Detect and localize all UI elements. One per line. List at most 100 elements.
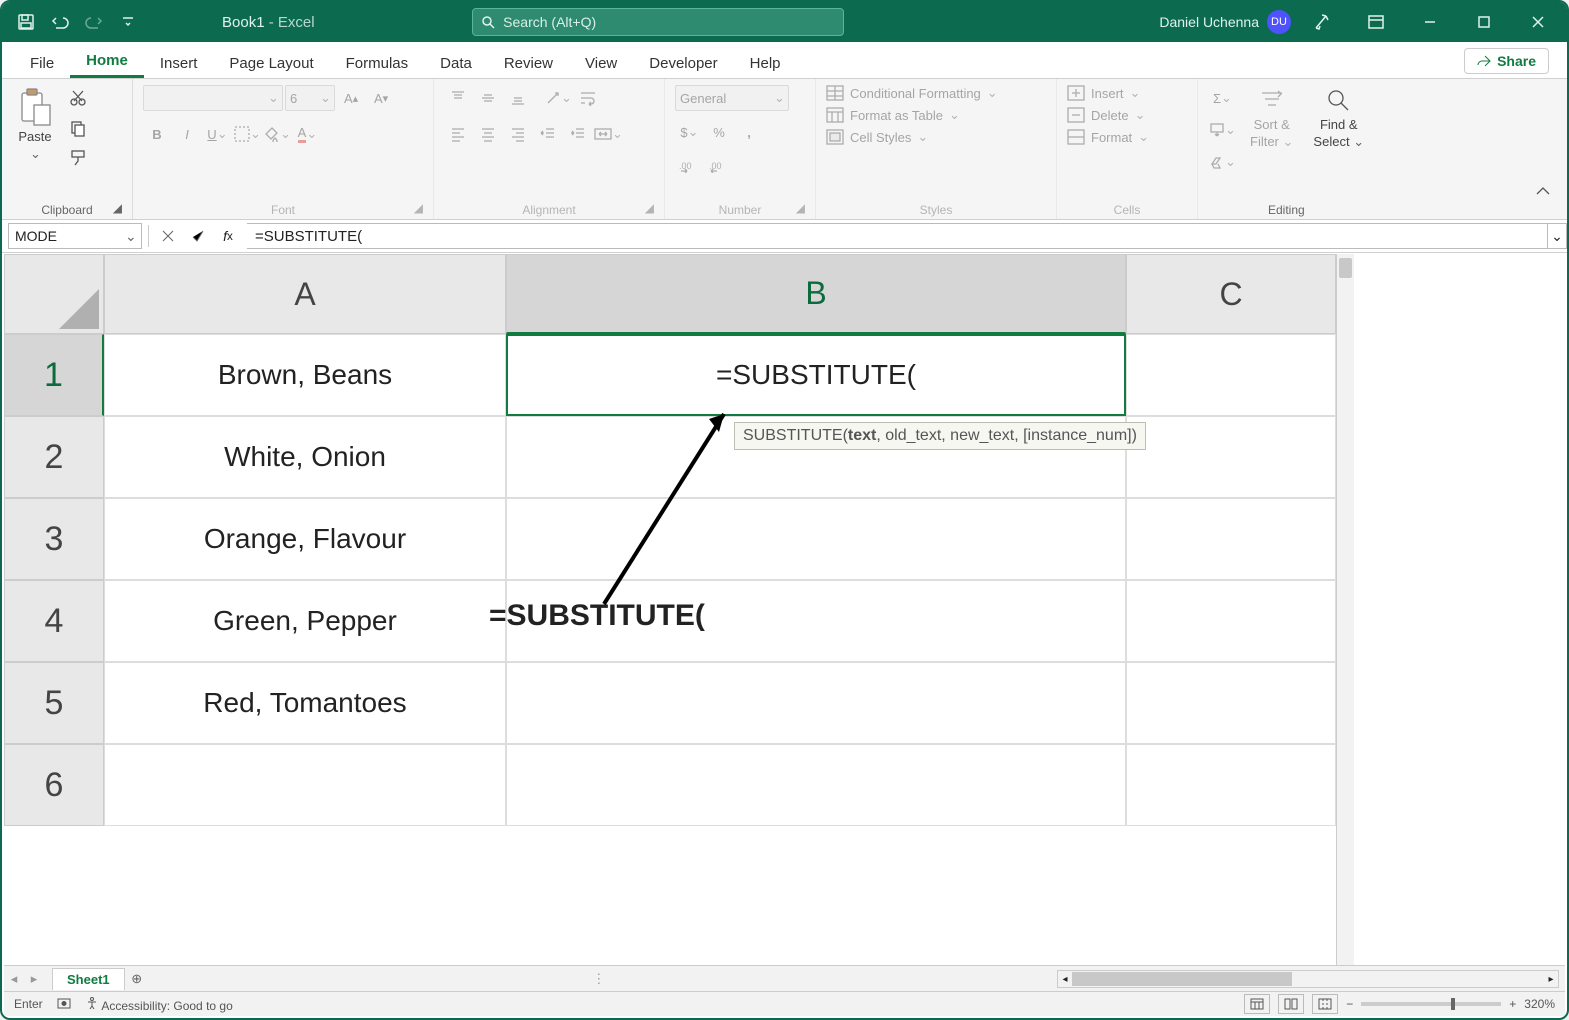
normal-view-icon[interactable] xyxy=(1244,994,1270,1014)
user-name[interactable]: Daniel Uchenna xyxy=(1159,14,1259,30)
tab-data[interactable]: Data xyxy=(424,47,488,78)
tab-file[interactable]: File xyxy=(14,47,70,78)
clipboard-dialog-icon[interactable]: ◢ xyxy=(113,201,122,215)
bold-icon[interactable]: B xyxy=(143,121,171,147)
underline-icon[interactable]: U⌄ xyxy=(203,121,231,147)
sort-filter-button[interactable]: Sort & Filter ⌄ xyxy=(1244,85,1299,152)
accessibility-status[interactable]: Accessibility: Good to go xyxy=(85,996,233,1013)
maximize-button[interactable] xyxy=(1461,2,1507,42)
select-all-corner[interactable] xyxy=(4,254,104,334)
align-left-icon[interactable] xyxy=(444,121,472,147)
sheet-tab-1[interactable]: Sheet1 xyxy=(52,968,125,990)
close-button[interactable] xyxy=(1515,2,1561,42)
undo-icon[interactable] xyxy=(46,8,74,36)
borders-icon[interactable]: ⌄ xyxy=(233,121,261,147)
number-format-combo[interactable]: General⌄ xyxy=(675,85,789,111)
find-select-button[interactable]: Find & Select ⌄ xyxy=(1307,85,1370,152)
hscroll-thumb[interactable] xyxy=(1072,972,1292,986)
coming-soon-icon[interactable] xyxy=(1299,2,1345,42)
zoom-level[interactable]: 320% xyxy=(1524,997,1555,1011)
wrap-text-icon[interactable] xyxy=(574,85,602,111)
col-header-A[interactable]: A xyxy=(104,254,506,334)
align-middle-icon[interactable] xyxy=(474,85,502,111)
font-color-icon[interactable]: A⌄ xyxy=(293,121,321,147)
clear-icon[interactable]: ⌄ xyxy=(1208,149,1236,175)
tab-insert[interactable]: Insert xyxy=(144,47,214,78)
tab-review[interactable]: Review xyxy=(488,47,569,78)
cell-A2[interactable]: White, Onion xyxy=(104,416,506,498)
row-header-4[interactable]: 4 xyxy=(4,580,104,662)
cell-A5[interactable]: Red, Tomantoes xyxy=(104,662,506,744)
cell-styles-button[interactable]: Cell Styles⌄ xyxy=(826,129,1046,145)
row-header-5[interactable]: 5 xyxy=(4,662,104,744)
avatar[interactable]: DU xyxy=(1267,10,1291,34)
hscroll-right-icon[interactable]: ▸ xyxy=(1544,971,1558,987)
cut-icon[interactable] xyxy=(64,85,92,111)
zoom-slider[interactable] xyxy=(1361,1002,1501,1006)
cancel-formula-icon[interactable] xyxy=(155,224,181,248)
italic-icon[interactable]: I xyxy=(173,121,201,147)
cell-C5[interactable] xyxy=(1126,662,1336,744)
cell-C3[interactable] xyxy=(1126,498,1336,580)
sheet-nav-next-icon[interactable]: ▸ xyxy=(24,971,44,987)
scrollbar-thumb[interactable] xyxy=(1339,258,1352,278)
align-center-icon[interactable] xyxy=(474,121,502,147)
hscroll-left-icon[interactable]: ◂ xyxy=(1058,971,1072,987)
decrease-indent-icon[interactable] xyxy=(534,121,562,147)
align-top-icon[interactable] xyxy=(444,85,472,111)
cell-C4[interactable] xyxy=(1126,580,1336,662)
merge-center-icon[interactable]: ⌄ xyxy=(594,121,622,147)
cell-A3[interactable]: Orange, Flavour xyxy=(104,498,506,580)
increase-indent-icon[interactable] xyxy=(564,121,592,147)
percent-format-icon[interactable]: % xyxy=(705,119,733,145)
search-box[interactable]: Search (Alt+Q) xyxy=(472,8,844,36)
fill-icon[interactable]: ⌄ xyxy=(1208,117,1236,143)
cell-A6[interactable] xyxy=(104,744,506,826)
zoom-in-icon[interactable]: + xyxy=(1509,997,1516,1011)
conditional-formatting-button[interactable]: Conditional Formatting⌄ xyxy=(826,85,1046,101)
orientation-icon[interactable]: ⌄ xyxy=(544,85,572,111)
row-header-3[interactable]: 3 xyxy=(4,498,104,580)
macro-record-icon[interactable] xyxy=(57,996,71,1013)
zoom-out-icon[interactable]: − xyxy=(1346,997,1353,1011)
format-as-table-button[interactable]: Format as Table⌄ xyxy=(826,107,1046,123)
zoom-slider-thumb[interactable] xyxy=(1451,998,1455,1010)
increase-font-icon[interactable]: A▴ xyxy=(337,85,365,111)
align-right-icon[interactable] xyxy=(504,121,532,147)
cell-A4[interactable]: Green, Pepper xyxy=(104,580,506,662)
tab-page-layout[interactable]: Page Layout xyxy=(213,47,329,78)
format-cells-button[interactable]: Format⌄ xyxy=(1067,129,1187,145)
sheet-nav-prev-icon[interactable]: ◂ xyxy=(4,971,24,987)
expand-formula-bar-icon[interactable]: ⌄ xyxy=(1548,223,1567,249)
cell-C2[interactable] xyxy=(1126,416,1336,498)
tab-developer[interactable]: Developer xyxy=(633,47,733,78)
fill-color-icon[interactable]: ⌄ xyxy=(263,121,291,147)
tab-home[interactable]: Home xyxy=(70,44,144,78)
vertical-scrollbar[interactable] xyxy=(1336,254,1354,966)
copy-icon[interactable] xyxy=(64,115,92,141)
cell-C1[interactable] xyxy=(1126,334,1336,416)
share-button[interactable]: Share xyxy=(1464,48,1549,74)
font-size-combo[interactable]: 6⌄ xyxy=(285,85,335,111)
align-bottom-icon[interactable] xyxy=(504,85,532,111)
format-painter-icon[interactable] xyxy=(64,145,92,171)
font-name-combo[interactable]: ⌄ xyxy=(143,85,283,111)
tab-help[interactable]: Help xyxy=(734,47,797,78)
new-sheet-icon[interactable]: ⊕ xyxy=(125,971,149,987)
comma-format-icon[interactable]: , xyxy=(735,119,763,145)
qat-customize-icon[interactable] xyxy=(114,8,142,36)
delete-cells-button[interactable]: Delete⌄ xyxy=(1067,107,1187,123)
col-header-B[interactable]: B xyxy=(506,254,1126,334)
decrease-decimal-icon[interactable]: .00 xyxy=(705,153,733,179)
autosum-icon[interactable]: Σ⌄ xyxy=(1208,85,1236,111)
cell-B6[interactable] xyxy=(506,744,1126,826)
tab-scroll-handle[interactable]: ⋮ xyxy=(592,971,605,987)
tab-view[interactable]: View xyxy=(569,47,633,78)
row-header-6[interactable]: 6 xyxy=(4,744,104,826)
increase-decimal-icon[interactable]: .00 xyxy=(675,153,703,179)
page-break-view-icon[interactable] xyxy=(1312,994,1338,1014)
insert-function-icon[interactable]: fx xyxy=(215,224,241,248)
row-header-2[interactable]: 2 xyxy=(4,416,104,498)
tab-formulas[interactable]: Formulas xyxy=(330,47,425,78)
page-layout-view-icon[interactable] xyxy=(1278,994,1304,1014)
